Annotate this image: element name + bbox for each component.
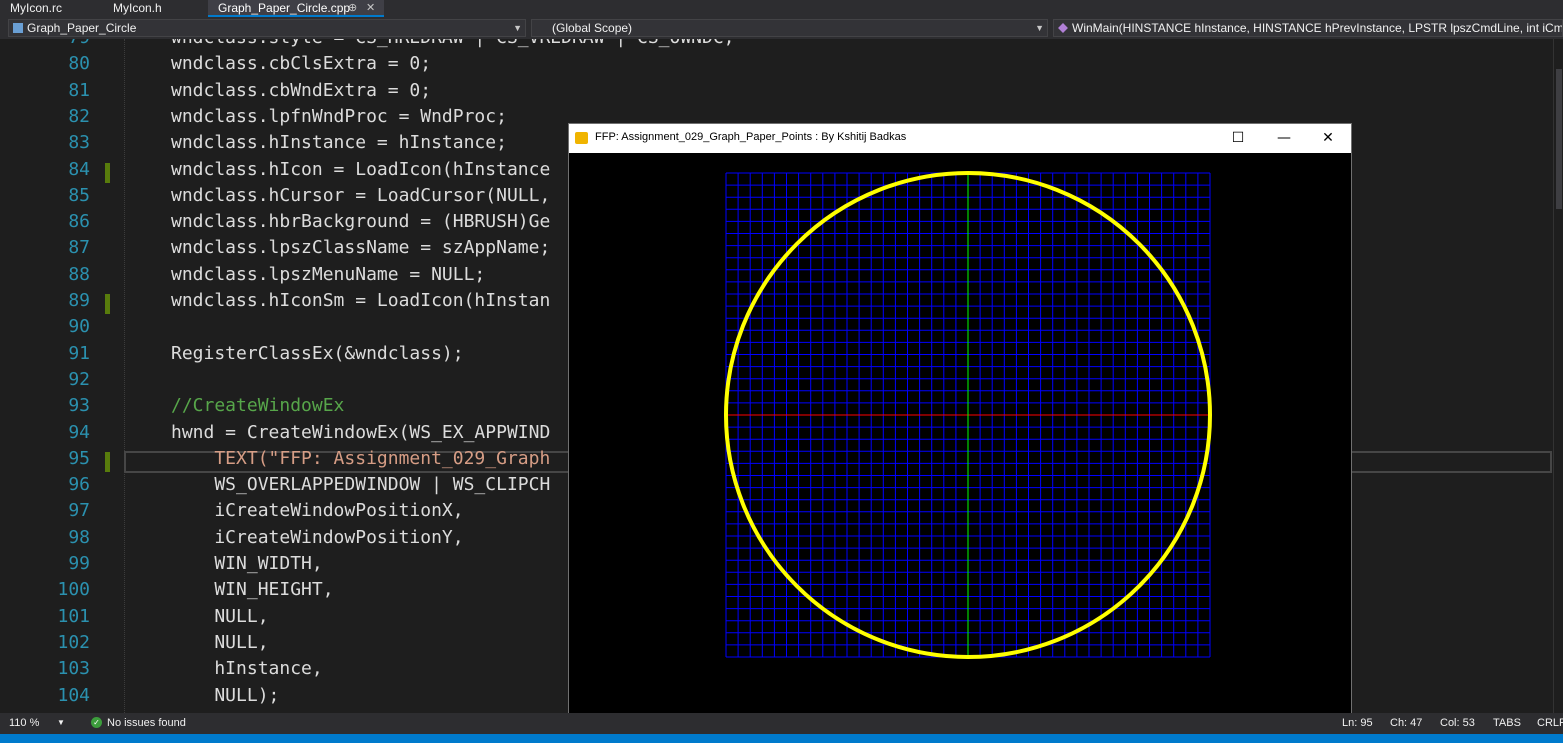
code-line[interactable]: NULL,: [171, 606, 268, 627]
line-number: 87: [68, 237, 90, 259]
code-line[interactable]: iCreateWindowPositionX,: [171, 500, 463, 521]
code-line[interactable]: wndclass.lpszMenuName = NULL;: [171, 264, 485, 285]
change-marker: [105, 451, 110, 472]
app-window-title: FFP: Assignment_029_Graph_Paper_Points :…: [595, 131, 907, 143]
code-line[interactable]: wndclass.hIconSm = LoadIcon(hInstan: [171, 290, 550, 311]
pin-icon[interactable]: ⊕: [348, 0, 357, 16]
close-button[interactable]: ✕: [1305, 124, 1351, 153]
line-number: 81: [68, 79, 90, 101]
code-line[interactable]: WS_OVERLAPPEDWINDOW | WS_CLIPCH: [171, 474, 550, 495]
code-line[interactable]: wndclass.hbrBackground = (HBRUSH)Ge: [171, 211, 550, 232]
tab-label: MyIcon.rc: [10, 1, 63, 15]
tab-label: MyIcon.h: [113, 1, 162, 15]
project-icon: [13, 23, 23, 33]
code-line[interactable]: wndclass.hCursor = LoadCursor(NULL,: [171, 185, 550, 206]
navigation-bar: Graph_Paper_Circle ▼ (Global Scope) ▼ Wi…: [0, 17, 1563, 40]
app-icon: [575, 132, 588, 144]
project-dropdown[interactable]: Graph_Paper_Circle ▼: [8, 19, 526, 37]
chevron-down-icon: ▼: [1035, 23, 1044, 33]
code-line[interactable]: wndclass.style = CS_HREDRAW | CS_VREDRAW…: [171, 39, 735, 48]
tab-myicon-rc[interactable]: MyIcon.rc: [0, 0, 103, 17]
line-number: 82: [68, 105, 90, 127]
scope-label: (Global Scope): [552, 21, 633, 35]
line-number: 96: [68, 474, 90, 496]
indent-guide: [124, 39, 126, 713]
line-number: 102: [57, 631, 90, 653]
check-icon: ✓: [91, 717, 102, 728]
line-number: 94: [68, 421, 90, 443]
line-number: 97: [68, 500, 90, 522]
change-marker: [105, 162, 110, 183]
eol-indicator[interactable]: CRLF: [1537, 716, 1563, 730]
tab-bar: MyIcon.rc MyIcon.h Graph_Paper_Circle.cp…: [0, 0, 1563, 17]
code-line[interactable]: TEXT("FFP: Assignment_029_Graph: [171, 448, 550, 469]
code-line[interactable]: wndclass.lpfnWndProc = WndProc;: [171, 106, 507, 127]
char-indicator[interactable]: Ch: 47: [1390, 716, 1422, 730]
status-bar: 110 % ▼ ✓ No issues found Ln: 95 Ch: 47 …: [0, 713, 1563, 734]
code-line[interactable]: wndclass.hInstance = hInstance;: [171, 132, 507, 153]
scroll-thumb[interactable]: [1556, 69, 1562, 209]
line-number: 98: [68, 526, 90, 548]
line-number: 86: [68, 211, 90, 233]
code-line[interactable]: wndclass.cbWndExtra = 0;: [171, 80, 431, 101]
line-number: 103: [57, 658, 90, 680]
code-line[interactable]: wndclass.hIcon = LoadIcon(hInstance: [171, 159, 550, 180]
code-line[interactable]: //CreateWindowEx: [171, 395, 344, 416]
line-number: 95: [68, 447, 90, 469]
line-number: 100: [57, 579, 90, 601]
code-line[interactable]: iCreateWindowPositionY,: [171, 527, 463, 548]
line-number: 83: [68, 132, 90, 154]
line-number: 92: [68, 368, 90, 390]
code-line[interactable]: NULL);: [171, 685, 279, 706]
function-dropdown[interactable]: WinMain(HINSTANCE hInstance, HINSTANCE h…: [1053, 19, 1563, 37]
vertical-scrollbar[interactable]: [1553, 39, 1563, 713]
line-number: 85: [68, 184, 90, 206]
code-line[interactable]: wndclass.cbClsExtra = 0;: [171, 53, 431, 74]
close-icon[interactable]: ✕: [366, 0, 375, 16]
code-line[interactable]: WIN_HEIGHT,: [171, 579, 333, 600]
minimize-button[interactable]: —: [1261, 124, 1307, 153]
tab-graph-paper-circle-cpp[interactable]: Graph_Paper_Circle.cpp ⊕ ✕: [208, 0, 384, 17]
tab-label: Graph_Paper_Circle.cpp: [218, 1, 351, 15]
line-number: 90: [68, 316, 90, 338]
project-label: Graph_Paper_Circle: [27, 21, 137, 35]
code-line[interactable]: WIN_WIDTH,: [171, 553, 322, 574]
col-indicator[interactable]: Col: 53: [1440, 716, 1475, 730]
line-number: 89: [68, 290, 90, 311]
line-number: 101: [57, 605, 90, 627]
code-line[interactable]: wndclass.lpszClassName = szAppName;: [171, 237, 550, 258]
function-icon: [1058, 23, 1068, 33]
graph-paper-svg: [724, 171, 1212, 659]
line-number: 88: [68, 263, 90, 285]
line-number: 84: [68, 158, 90, 180]
maximize-button[interactable]: ☐: [1215, 124, 1261, 153]
line-number: 79: [0, 39, 90, 48]
graph-canvas: [569, 153, 1351, 713]
line-number: 104: [57, 684, 90, 706]
chevron-down-icon[interactable]: ▼: [57, 716, 65, 730]
function-label: WinMain(HINSTANCE hInstance, HINSTANCE h…: [1072, 21, 1563, 35]
bottom-status-strip: [0, 734, 1563, 743]
tabs-indicator[interactable]: TABS: [1493, 716, 1521, 730]
code-line[interactable]: hInstance,: [171, 658, 322, 679]
code-line[interactable]: RegisterClassEx(&wndclass);: [171, 343, 464, 364]
code-line[interactable]: hwnd = CreateWindowEx(WS_EX_APPWIND: [171, 422, 550, 443]
app-window[interactable]: FFP: Assignment_029_Graph_Paper_Points :…: [568, 123, 1352, 714]
change-marker: [105, 294, 110, 314]
scope-dropdown[interactable]: (Global Scope) ▼: [531, 19, 1048, 37]
issues-status[interactable]: No issues found: [107, 716, 186, 730]
app-window-titlebar[interactable]: FFP: Assignment_029_Graph_Paper_Points :…: [569, 124, 1351, 153]
line-number: 99: [68, 553, 90, 574]
zoom-level[interactable]: 110 %: [9, 716, 39, 730]
line-indicator[interactable]: Ln: 95: [1342, 716, 1373, 730]
line-number: 80: [68, 53, 90, 75]
chevron-down-icon: ▼: [513, 23, 522, 33]
line-number: 93: [68, 395, 90, 417]
line-number: 91: [68, 342, 90, 364]
tab-myicon-h[interactable]: MyIcon.h: [103, 0, 208, 17]
code-line[interactable]: NULL,: [171, 632, 268, 653]
